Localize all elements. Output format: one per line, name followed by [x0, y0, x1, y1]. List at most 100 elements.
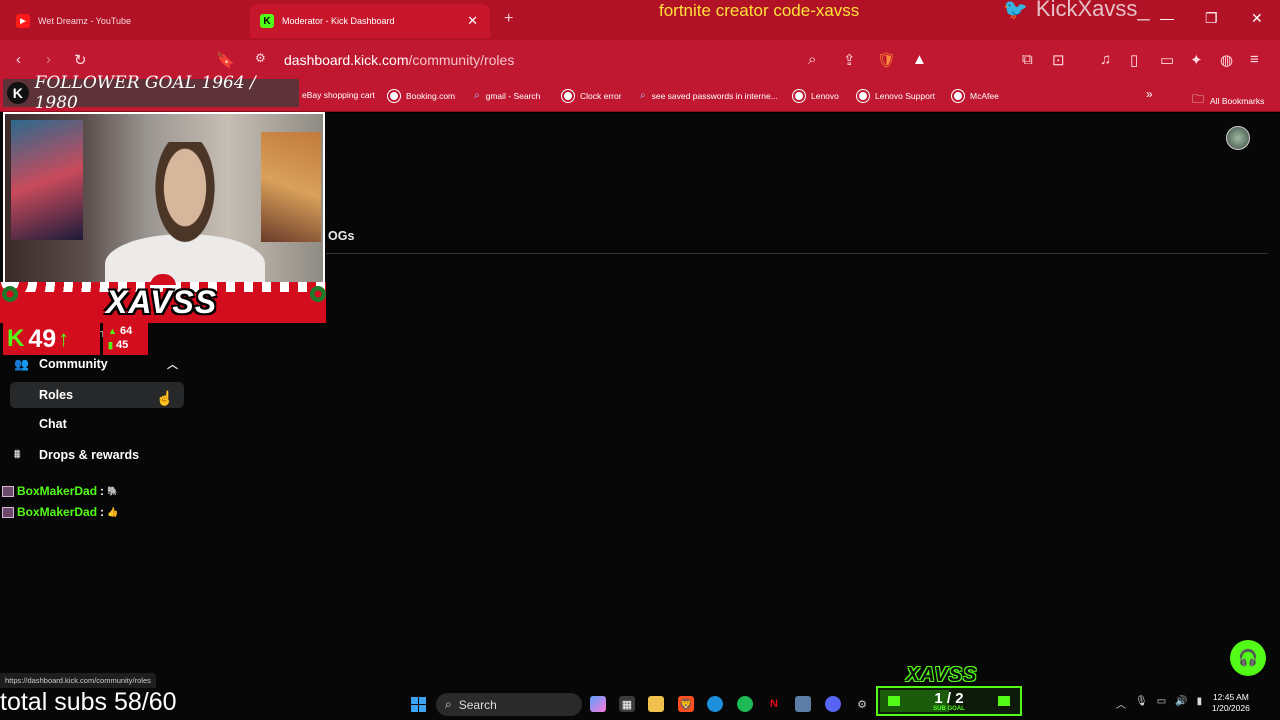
system-tray: ︿ 🎙 ▭ 🔊 ▮: [1116, 696, 1202, 711]
windows-start-icon[interactable]: [411, 697, 426, 712]
globe-icon: [562, 90, 574, 102]
brave-rewards-icon[interactable]: ▲: [912, 51, 927, 68]
bookmark-lenovo-support[interactable]: Lenovo Support: [857, 90, 935, 102]
reload-icon[interactable]: ↻: [74, 51, 87, 69]
tab-search-icon[interactable]: ⊡: [1052, 51, 1065, 69]
sidebar-item-label: Community: [39, 357, 108, 371]
globe-icon: [388, 90, 400, 102]
hand-cursor-icon: ☝: [156, 390, 174, 406]
chat-username: BoxMakerDad: [17, 505, 98, 519]
drops-icon: ⩩: [14, 447, 21, 461]
bookmark-booking[interactable]: Booking.com: [388, 90, 455, 102]
share-icon[interactable]: ⇪: [843, 51, 856, 69]
chat-emote: 👍: [107, 506, 119, 517]
display-icon[interactable]: ▭: [1157, 696, 1166, 711]
microphone-icon[interactable]: 🎙: [1135, 696, 1148, 711]
sidebar-item-label: Drops & rewards: [39, 447, 140, 462]
edge-icon[interactable]: [707, 696, 723, 712]
all-bookmarks-button[interactable]: 🗀 All Bookmarks: [1192, 90, 1264, 111]
extensions-icon[interactable]: ⧉: [1022, 51, 1033, 68]
sidebar-item-label: Roles: [39, 388, 74, 402]
brave-shield-icon[interactable]: 🛡: [877, 51, 896, 69]
leo-ai-icon[interactable]: ✦: [1190, 51, 1203, 69]
brave-icon[interactable]: 🦁: [678, 696, 694, 712]
follower-goal-text: FOLLOWER GOAL 1964 / 1980: [34, 73, 256, 113]
sidebar-item-chat[interactable]: Chat: [39, 417, 67, 431]
spotify-icon[interactable]: [737, 696, 753, 712]
wallet-icon[interactable]: ▭: [1160, 51, 1174, 69]
youtube-icon: ▶: [16, 14, 30, 28]
follower-goal-overlay: K FOLLOWER GOAL 1964 / 1980: [3, 73, 299, 113]
search-icon: ⌕: [474, 90, 480, 101]
taskbar-clock[interactable]: 12:45 AM 1/20/2026: [1212, 692, 1250, 714]
twitter-icon: 🐦: [1003, 0, 1028, 21]
store-icon[interactable]: ▦: [619, 696, 635, 712]
taskbar-search[interactable]: ⌕ Search: [436, 693, 582, 716]
bookmark-label: McAfee: [970, 91, 999, 101]
search-icon: ⌕: [445, 697, 452, 711]
tab-youtube[interactable]: ▶ Wet Dreamz - YouTube: [6, 4, 246, 38]
restore-button[interactable]: ❐: [1205, 10, 1218, 27]
arrow-up-icon: ↑: [58, 326, 70, 351]
person-icon: ▲: [108, 326, 117, 336]
users-icon: 👥: [14, 357, 29, 371]
more-bookmarks-button[interactable]: »: [1146, 87, 1153, 101]
headset-icon[interactable]: 🎧: [1230, 640, 1266, 676]
chat-message: BoxMakerDad : 👍: [2, 505, 118, 519]
back-icon[interactable]: ‹: [16, 51, 21, 68]
total-subs-overlay: total subs 58/60: [0, 688, 177, 716]
bookmark-ebay[interactable]: eBay shopping cart: [302, 90, 375, 100]
overlay-twitter-handle: 🐦 KickXavss_: [1003, 0, 1150, 22]
media-icon[interactable]: ♫: [1100, 51, 1111, 68]
webcam-feed: [3, 112, 325, 292]
globe-icon: [952, 90, 964, 102]
globe-icon: [857, 90, 869, 102]
site-info-icon[interactable]: ⚙: [255, 51, 266, 65]
speaker-icon[interactable]: 🔊: [1175, 696, 1187, 711]
taskbar-search-label: Search: [458, 697, 497, 712]
file-explorer-icon[interactable]: [648, 696, 664, 712]
globe-icon: [793, 90, 805, 102]
bookmark-saved-passwords[interactable]: ⌕ see saved passwords in interne...: [640, 90, 778, 101]
bookmark-gmail-search[interactable]: ⌕ gmail - Search: [474, 90, 540, 101]
user-avatar[interactable]: [1226, 126, 1250, 150]
forward-icon[interactable]: ›: [46, 51, 51, 68]
stats-overlay: ▲ 64 ▮ 45: [103, 323, 148, 355]
battery-icon[interactable]: ▮: [1197, 696, 1203, 711]
menu-icon[interactable]: ≡: [1250, 51, 1259, 68]
new-tab-button[interactable]: +: [504, 10, 513, 28]
xavss-logo-overlay: XAVSS: [906, 664, 978, 686]
chevron-up-icon: ︿: [167, 359, 178, 371]
bookmark-label: gmail - Search: [485, 90, 541, 101]
copilot-icon[interactable]: [590, 696, 606, 712]
close-tab-icon[interactable]: ✕: [467, 13, 478, 29]
vpn-icon[interactable]: ◍: [1220, 51, 1233, 69]
sidebar-drops-rewards[interactable]: ⩩ Drops & rewards: [14, 447, 139, 462]
settings-icon[interactable]: ⚙: [854, 696, 870, 712]
holly-icon: [2, 286, 18, 302]
minimize-button[interactable]: —: [1160, 10, 1174, 26]
bookmark-lenovo[interactable]: Lenovo: [793, 90, 839, 102]
netflix-icon[interactable]: N: [766, 696, 782, 712]
zoom-icon[interactable]: ⌕: [808, 51, 816, 68]
chat-emote: 🐘: [107, 485, 119, 496]
bookmark-mcafee[interactable]: McAfee: [952, 90, 999, 102]
kick-logo-icon: K: [7, 325, 25, 352]
sidebar-item-label: Chat: [39, 417, 67, 431]
monitor-icon[interactable]: [795, 696, 811, 712]
tab-kick-dashboard[interactable]: K Moderator - Kick Dashboard ✕: [250, 4, 490, 38]
bookmark-label: see saved passwords in interne...: [651, 90, 778, 101]
bookmark-icon[interactable]: 🔖: [216, 51, 235, 69]
address-bar[interactable]: dashboard.kick.com/community/roles: [284, 52, 514, 68]
chat-badge-icon: [2, 485, 14, 497]
discord-icon[interactable]: [825, 696, 841, 712]
poster-left: [11, 120, 83, 240]
sidebar-community[interactable]: 👥 Community ︿: [14, 357, 184, 371]
tab-divider: [326, 253, 1268, 254]
chevron-up-icon[interactable]: ︿: [1116, 696, 1126, 711]
folder-icon: 🗀: [1192, 92, 1205, 106]
close-window-button[interactable]: ✕: [1251, 10, 1263, 27]
bookmark-clock-error[interactable]: Clock error: [562, 90, 622, 102]
tab-ogs[interactable]: OGs: [328, 229, 354, 243]
sidebar-icon[interactable]: ▯: [1130, 51, 1138, 69]
